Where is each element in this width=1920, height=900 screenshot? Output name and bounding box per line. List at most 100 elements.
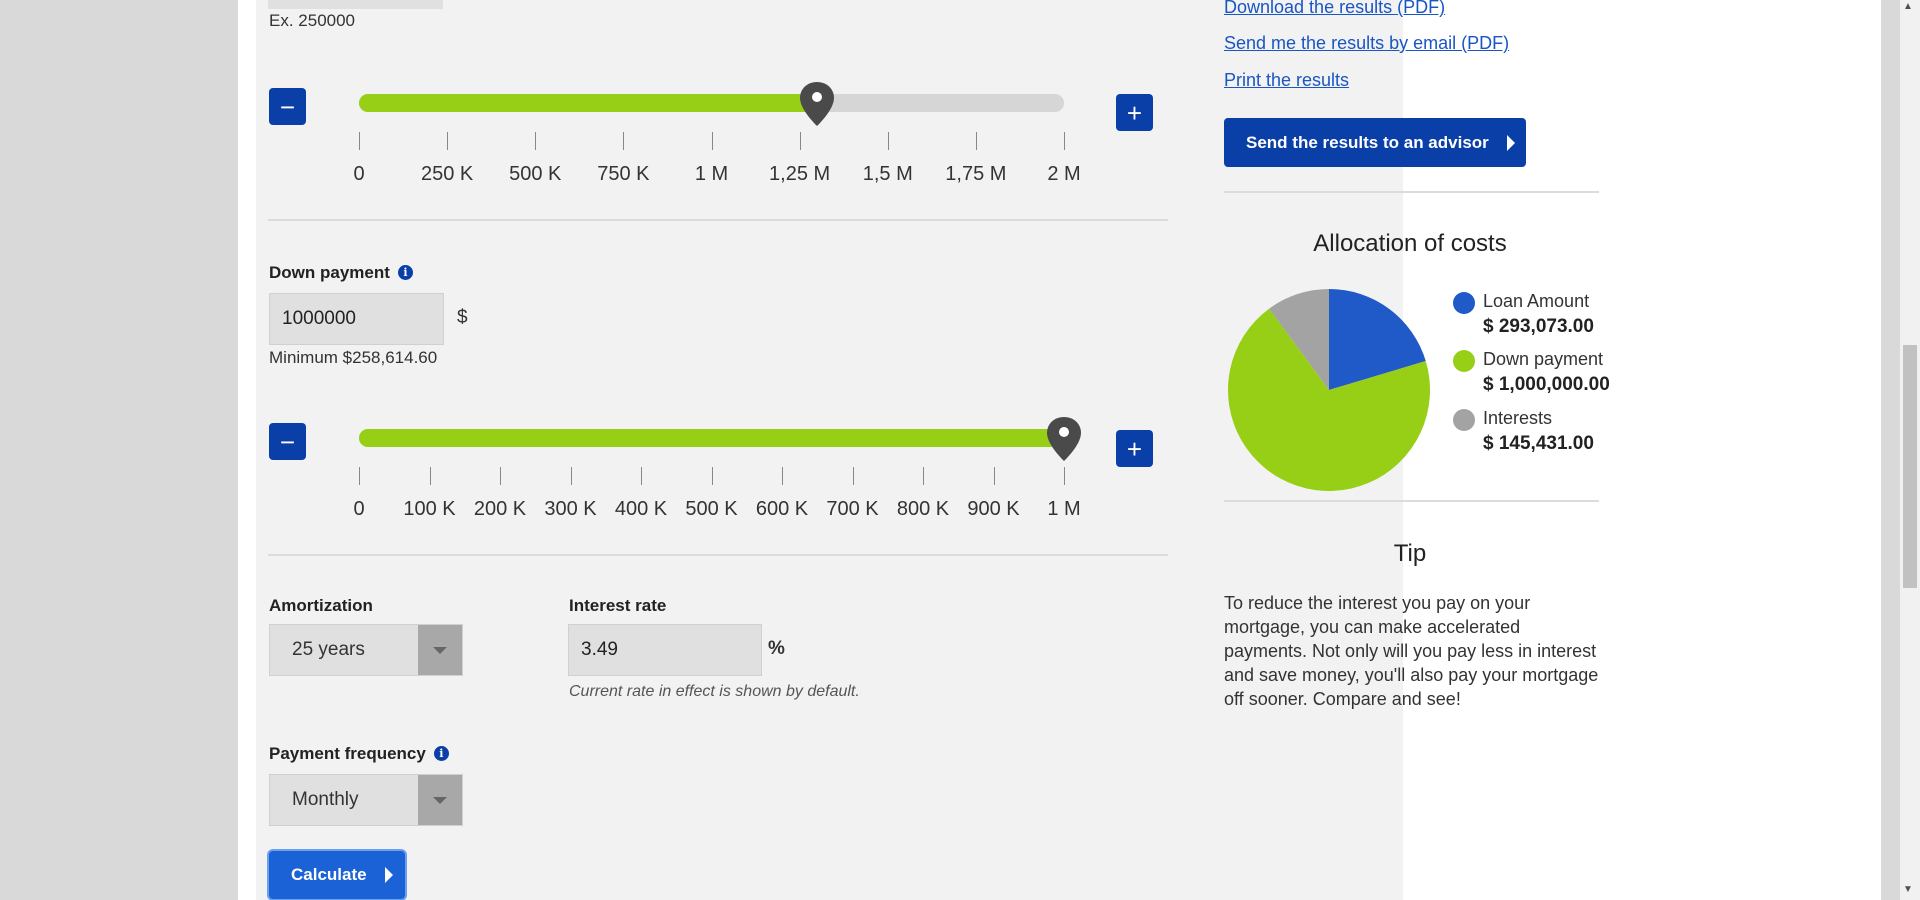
loan-amount-input[interactable] [268, 0, 443, 9]
slider-tick [923, 467, 924, 485]
loan-amount-example: Ex. 250000 [269, 11, 356, 30]
slider-tick [782, 467, 783, 485]
interest-rate-label: Interest rate [569, 596, 667, 615]
send-to-advisor-button-label: Send the results to an advisor [1246, 132, 1489, 152]
slider-tick [799, 132, 801, 150]
allocation-title: Allocation of costs [1313, 230, 1507, 257]
minus-icon: − [279, 426, 296, 457]
legend-swatch-loan [1453, 292, 1475, 314]
divider [268, 219, 1168, 221]
interest-rate-note: Current rate in effect is shown by defau… [569, 683, 860, 700]
down-payment-slider-fill [359, 429, 1064, 447]
down-payment-input[interactable]: 1000000 [269, 293, 444, 345]
slider-tick-label: 300 K [544, 498, 597, 520]
divider [1224, 191, 1599, 193]
legend-name-loan: Loan Amount [1483, 291, 1590, 311]
calculate-button-label: Calculate [291, 865, 367, 884]
scrollbar-thumb[interactable] [1903, 345, 1917, 588]
slider-tick-label: 1,25 M [769, 163, 831, 185]
plus-icon: + [1126, 97, 1143, 128]
slider-tick [887, 132, 889, 150]
legend-value-down-payment: $ 1,000,000.00 [1483, 374, 1610, 395]
send-to-advisor-button[interactable]: Send the results to an advisor [1224, 118, 1526, 167]
slider-tick-label: 1 M [694, 163, 729, 185]
page-scrollbar[interactable]: ▲ ▼ [1900, 0, 1920, 900]
info-icon[interactable]: i [433, 746, 449, 761]
download-pdf-link[interactable]: Download the results (PDF) [1224, 0, 1445, 18]
down-payment-slider-handle[interactable] [1045, 415, 1083, 463]
loan-amount-slider-handle[interactable] [798, 80, 836, 128]
down-payment-input-value: 1000000 [282, 308, 356, 329]
loan-amount-slider-fill [359, 94, 818, 112]
divider [268, 554, 1168, 556]
loan-amount-decrease-button[interactable]: − [269, 88, 306, 125]
payment-frequency-selected-value: Monthly [292, 789, 359, 810]
slider-tick-label: 500 K [509, 163, 562, 185]
slider-tick-label: 100 K [403, 498, 456, 520]
payment-frequency-label-text: Payment frequency [269, 744, 426, 763]
slider-tick-label: 0 [353, 498, 365, 520]
slider-tick [993, 467, 995, 485]
interest-rate-input[interactable]: 3.49 [568, 624, 762, 676]
amortization-select[interactable]: 25 years [269, 624, 463, 676]
slider-tick [1064, 132, 1065, 150]
payment-frequency-select[interactable]: Monthly [269, 774, 463, 826]
chevron-down-icon [418, 625, 462, 675]
slider-tick [623, 132, 625, 150]
currency-symbol: $ [457, 307, 468, 328]
divider [1224, 500, 1599, 502]
tip-title: Tip [1393, 540, 1427, 567]
plus-icon: + [1126, 433, 1143, 464]
minus-icon: − [279, 91, 296, 122]
down-payment-label-text: Down payment [269, 263, 390, 282]
down-payment-label: Down payment i [269, 263, 413, 283]
tip-text: To reduce the interest you pay on your m… [1224, 593, 1599, 709]
slider-tick-label: 600 K [755, 498, 809, 520]
interest-rate-input-value: 3.49 [581, 639, 618, 660]
legend-swatch-interests [1453, 409, 1475, 431]
down-payment-increase-button[interactable]: + [1116, 430, 1153, 467]
slider-tick-label: 900 K [967, 498, 1020, 520]
percent-unit: % [768, 638, 785, 659]
slider-tick [570, 467, 572, 485]
calculate-button[interactable]: Calculate [269, 851, 405, 899]
slider-tick [711, 467, 713, 485]
down-payment-slider[interactable] [359, 429, 1064, 447]
loan-amount-slider[interactable] [359, 94, 1064, 112]
arrow-right-icon [384, 867, 393, 883]
slider-tick [500, 467, 501, 485]
slider-tick-label: 1,75 M [945, 163, 1007, 185]
amortization-label: Amortization [269, 596, 373, 615]
slider-tick-label: 200 K [473, 498, 527, 520]
legend-name-down-payment: Down payment [1483, 349, 1604, 369]
slider-tick-label: 1 M [1047, 498, 1081, 520]
scroll-up-icon[interactable]: ▲ [1903, 1, 1913, 12]
payment-frequency-label: Payment frequency i [269, 744, 449, 764]
slider-tick-label: 250 K [420, 163, 474, 185]
slider-tick-label: 1,5 M [862, 163, 913, 185]
legend-swatch-down-payment [1453, 350, 1475, 372]
allocation-pie-chart [1228, 289, 1430, 491]
slider-tick-label: 400 K [614, 498, 668, 520]
down-payment-decrease-button[interactable]: − [269, 423, 306, 460]
scroll-down-icon[interactable]: ▼ [1903, 884, 1913, 895]
slider-tick [975, 132, 977, 150]
slider-tick [359, 467, 360, 485]
loan-amount-increase-button[interactable]: + [1116, 94, 1153, 131]
slider-tick-label: 800 K [896, 498, 950, 520]
print-results-link[interactable]: Print the results [1224, 70, 1349, 91]
slider-tick [429, 467, 431, 485]
info-icon[interactable]: i [397, 265, 413, 280]
slider-tick [852, 467, 854, 485]
slider-tick [711, 132, 713, 150]
slider-tick [447, 132, 449, 150]
slider-tick [641, 467, 642, 485]
down-payment-minimum: Minimum $258,614.60 [269, 348, 438, 367]
legend-value-loan: $ 293,073.00 [1483, 316, 1594, 337]
email-pdf-link[interactable]: Send me the results by email (PDF) [1224, 33, 1509, 54]
legend-value-interests: $ 145,431.00 [1483, 433, 1594, 454]
amortization-selected-value: 25 years [292, 639, 365, 660]
chevron-down-icon [418, 775, 462, 825]
legend-name-interests: Interests [1483, 408, 1553, 428]
slider-tick-label: 500 K [685, 498, 738, 520]
